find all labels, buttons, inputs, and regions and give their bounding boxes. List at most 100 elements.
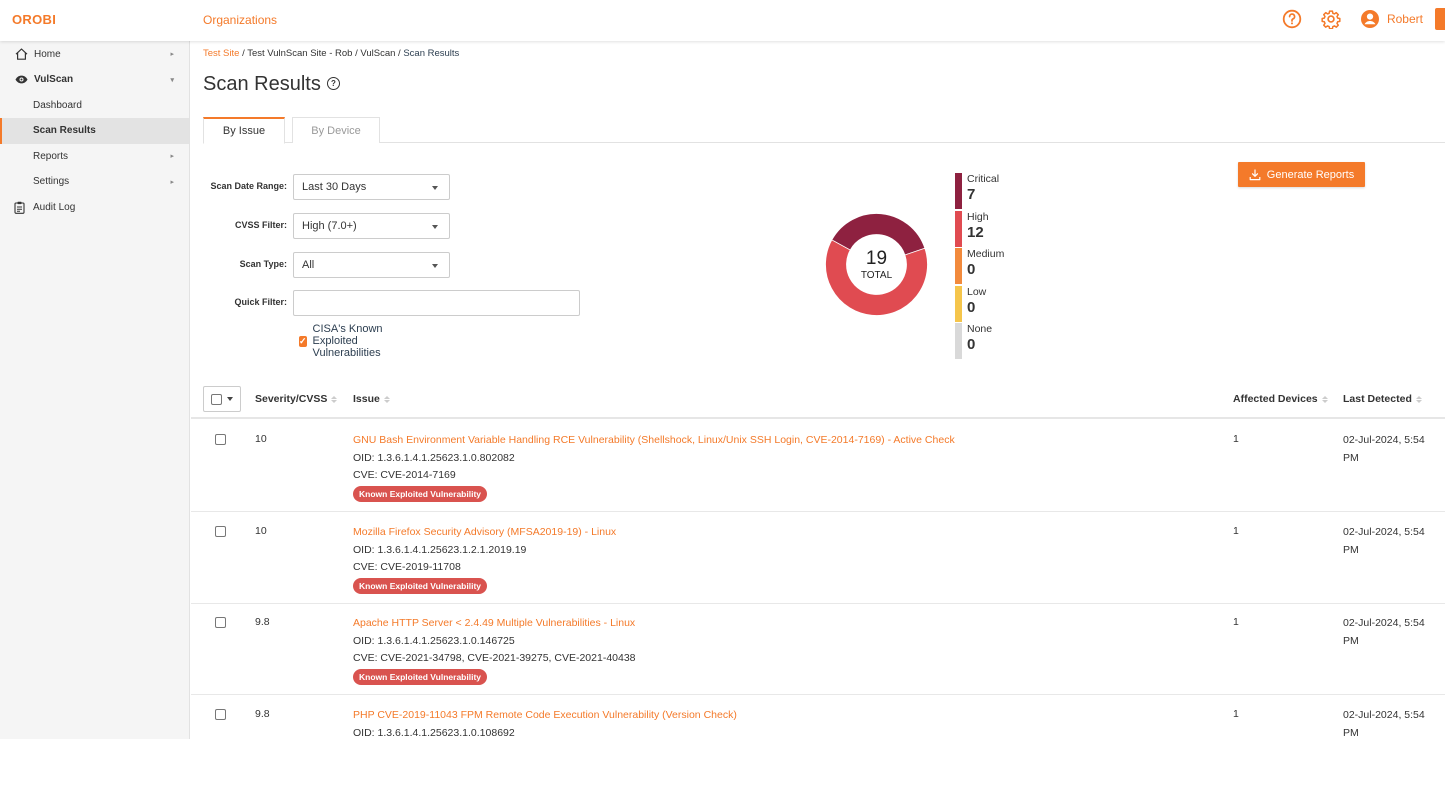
gear-icon[interactable]	[1320, 8, 1342, 30]
quick-filter-input[interactable]	[293, 290, 580, 316]
side-panel-toggle[interactable]	[1435, 8, 1445, 30]
filter-scan-date-range: Scan Date Range: Last 30 Days	[191, 174, 450, 200]
cvss-filter-select[interactable]: High (7.0+)	[293, 213, 450, 239]
issue-title-link[interactable]: Mozilla Firefox Security Advisory (MFSA2…	[353, 524, 616, 542]
filter-quick: Quick Filter:	[191, 290, 580, 316]
legend-label: High	[967, 211, 1004, 224]
donut-total-label: TOTAL	[861, 270, 892, 281]
tab-by-device[interactable]: By Device	[292, 117, 380, 143]
row-checkbox[interactable]	[215, 434, 226, 445]
table-row: 9.8 PHP CVE-2019-11043 FPM Remote Code E…	[191, 696, 1445, 787]
sort-icon	[1416, 396, 1422, 403]
results-table-header: Severity/CVSS Issue Affected Devices Las…	[191, 377, 1445, 419]
sidebar-item-audit-log[interactable]: Audit Log	[0, 195, 189, 221]
sidebar-item-label: VulScan	[34, 74, 73, 85]
issue-oid: OID: 1.3.6.1.4.1.25623.1.0.802082	[353, 450, 955, 468]
row-severity: 9.8	[255, 616, 270, 628]
user-name: Robert	[1387, 12, 1423, 26]
legend-swatch-critical	[955, 173, 962, 209]
row-checkbox[interactable]	[215, 526, 226, 537]
row-affected-devices[interactable]: 1	[1233, 525, 1239, 537]
user-avatar-icon	[1359, 8, 1381, 30]
scan-type-select[interactable]: All	[293, 252, 450, 278]
organizations-link[interactable]: Organizations	[203, 13, 277, 27]
user-menu[interactable]: Robert	[1359, 8, 1423, 30]
row-last-detected: 02-Jul-2024, 5:54 PM	[1343, 524, 1433, 559]
column-issue-label: Issue	[353, 393, 380, 405]
cvss-filter-label: CVSS Filter:	[191, 213, 293, 230]
sidebar-item-settings[interactable]: Settings ▸	[0, 169, 189, 195]
breadcrumb-test-site[interactable]: Test Site	[203, 48, 239, 59]
select-all-dropdown[interactable]	[203, 386, 241, 412]
legend-value: 12	[967, 224, 1004, 242]
scan-date-range-label: Scan Date Range:	[191, 174, 293, 191]
row-affected-devices[interactable]: 1	[1233, 708, 1239, 720]
kev-badge: Known Exploited Vulnerability	[353, 669, 487, 685]
table-row: 10 Mozilla Firefox Security Advisory (MF…	[191, 513, 1445, 604]
issue-title-link[interactable]: GNU Bash Environment Variable Handling R…	[353, 432, 955, 450]
row-issue: GNU Bash Environment Variable Handling R…	[353, 432, 955, 503]
legend-item-none[interactable]: None 0	[955, 323, 1004, 361]
sidebar-item-home[interactable]: Home ▸	[0, 42, 189, 68]
clipboard-icon	[12, 200, 26, 214]
row-checkbox[interactable]	[215, 709, 226, 720]
breadcrumb-vulscan[interactable]: VulScan	[360, 48, 395, 59]
help-icon[interactable]: ?	[327, 77, 340, 90]
sort-icon	[384, 396, 390, 403]
help-icon[interactable]	[1281, 8, 1303, 30]
column-devices-label: Affected Devices	[1233, 393, 1318, 405]
row-severity: 9.8	[255, 708, 270, 720]
cisa-kev-checkbox[interactable]: ✓	[299, 336, 307, 347]
column-affected-devices[interactable]: Affected Devices	[1233, 393, 1328, 405]
select-all-checkbox[interactable]	[211, 394, 222, 405]
quick-filter-label: Quick Filter:	[191, 290, 293, 307]
sidebar-item-reports[interactable]: Reports ▸	[0, 144, 189, 170]
legend-value: 0	[967, 261, 1004, 279]
legend-label: Low	[967, 286, 1004, 299]
severity-legend: Critical 7 High 12 Medium 0 Low 0 None 0	[955, 173, 1004, 361]
issue-title-link[interactable]: Apache HTTP Server < 2.4.49 Multiple Vul…	[353, 615, 636, 633]
sidebar-item-label: Settings	[33, 176, 69, 187]
legend-item-critical[interactable]: Critical 7	[955, 173, 1004, 211]
legend-item-high[interactable]: High 12	[955, 211, 1004, 249]
page-title: Scan Results	[203, 73, 321, 96]
app-logo[interactable]: OROBI	[12, 12, 56, 27]
legend-item-low[interactable]: Low 0	[955, 286, 1004, 324]
sidebar-item-vulscan[interactable]: VulScan ▾	[0, 67, 189, 93]
column-severity[interactable]: Severity/CVSS	[255, 393, 337, 405]
column-last-detected[interactable]: Last Detected	[1343, 393, 1422, 405]
issue-title-link[interactable]: PHP CVE-2019-11043 FPM Remote Code Execu…	[353, 707, 737, 725]
row-severity: 10	[255, 525, 267, 537]
scan-date-range-select[interactable]: Last 30 Days	[293, 174, 450, 200]
legend-label: Critical	[967, 173, 1004, 186]
chevron-down-icon	[432, 186, 438, 190]
home-icon	[14, 47, 28, 61]
chevron-down-icon	[432, 225, 438, 229]
legend-swatch-high	[955, 211, 962, 247]
sidebar-item-label: Scan Results	[33, 125, 96, 136]
table-row: 10 GNU Bash Environment Variable Handlin…	[191, 421, 1445, 512]
sidebar-item-dashboard[interactable]: Dashboard	[0, 93, 189, 119]
row-checkbox[interactable]	[215, 617, 226, 628]
legend-value: 0	[967, 336, 1004, 354]
tab-by-issue[interactable]: By Issue	[203, 117, 285, 144]
kev-badge: Known Exploited Vulnerability	[353, 578, 487, 594]
legend-value: 0	[967, 299, 1004, 317]
row-last-detected: 02-Jul-2024, 5:54 PM	[1343, 615, 1433, 650]
chevron-right-icon: ▸	[170, 50, 174, 58]
row-last-detected: 02-Jul-2024, 5:54 PM	[1343, 432, 1433, 467]
row-affected-devices[interactable]: 1	[1233, 433, 1239, 445]
table-row: 9.8 Apache HTTP Server < 2.4.49 Multiple…	[191, 604, 1445, 695]
chevron-down-icon	[227, 397, 233, 401]
filter-cvss: CVSS Filter: High (7.0+)	[191, 213, 450, 239]
sidebar-item-scan-results[interactable]: Scan Results	[0, 118, 189, 144]
row-affected-devices[interactable]: 1	[1233, 616, 1239, 628]
scan-type-label: Scan Type:	[191, 252, 293, 269]
column-issue[interactable]: Issue	[353, 393, 390, 405]
generate-reports-button[interactable]: Generate Reports	[1238, 162, 1365, 187]
column-severity-label: Severity/CVSS	[255, 393, 327, 405]
breadcrumb-site[interactable]: Test VulnScan Site - Rob	[247, 48, 352, 59]
filter-scan-type: Scan Type: All	[191, 252, 450, 278]
chevron-down-icon	[432, 264, 438, 268]
legend-item-medium[interactable]: Medium 0	[955, 248, 1004, 286]
